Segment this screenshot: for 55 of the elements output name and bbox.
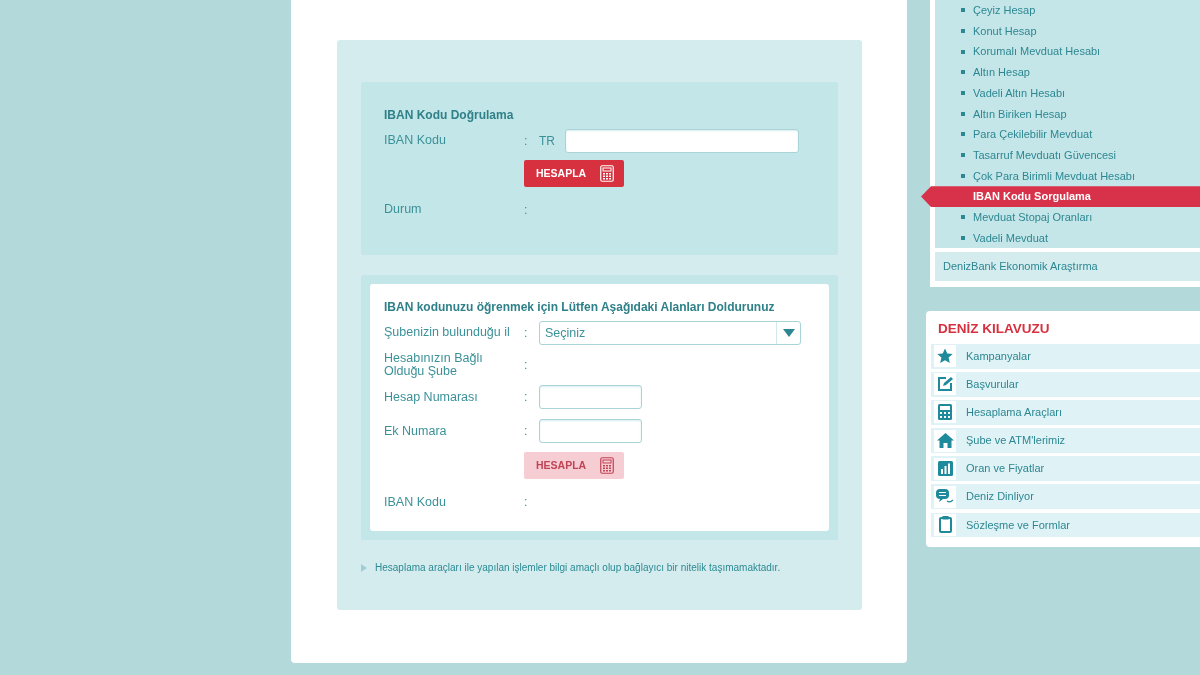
sidebar-item[interactable]: Vadeli Mevduat <box>935 227 1200 249</box>
guide-item[interactable]: Oran ve Fiyatlar <box>931 456 1200 481</box>
field-separator: : <box>524 201 529 219</box>
guide-item[interactable]: Hesaplama Araçları <box>931 400 1200 425</box>
sidebar-item[interactable]: Vadeli Altın Hesabı <box>935 82 1200 104</box>
guide-item[interactable]: Kampanyalar <box>931 344 1200 369</box>
sidebar-item[interactable]: Mevduat Stopaj Oranları <box>935 206 1200 228</box>
field-separator: : <box>524 324 529 342</box>
sidebar-item[interactable]: Altın Hesap <box>935 62 1200 83</box>
sidebar-item[interactable]: Para Çekilebilir Mevduat <box>935 124 1200 145</box>
guide-item[interactable]: Sözleşme ve Formlar <box>931 512 1200 538</box>
triangle-bullet-icon <box>361 563 367 572</box>
caret-icon <box>782 329 795 337</box>
bar-chart-icon <box>937 461 953 477</box>
account-input-field[interactable] <box>539 385 642 410</box>
field-separator: : <box>524 493 529 511</box>
guide-item[interactable]: Başvurular <box>931 372 1200 397</box>
sidebar-item[interactable]: Tasarruf Mevduatı Güvencesi <box>935 144 1200 166</box>
guide-item[interactable]: Şube ve ATM'lerimiz <box>931 428 1200 453</box>
guide-title: DENİZ KILAVUZU <box>937 319 1051 338</box>
clipboard-icon <box>938 516 952 534</box>
field-label: IBAN Kodu <box>384 495 447 509</box>
form-title: IBAN Kodu Doğrulama <box>384 107 515 124</box>
calculate-button[interactable]: HESAPLA <box>524 160 625 187</box>
edit-icon <box>937 376 953 393</box>
speech-bubble-icon <box>936 488 954 505</box>
sidebar-item[interactable]: Çok Para Birimli Mevduat Hesabı <box>935 165 1200 187</box>
star-icon <box>937 348 953 365</box>
sidebar-item[interactable]: Altın Biriken Hesap <box>935 103 1200 125</box>
field-separator: : <box>524 388 529 406</box>
field-separator: : <box>524 422 529 440</box>
field-label: Hesap Numarası <box>384 390 479 404</box>
field-separator: : <box>524 132 529 150</box>
calculator-icon <box>938 404 952 421</box>
field-separator: : <box>524 356 529 374</box>
sidebar-item[interactable]: IBAN Kodu Sorgulama <box>921 186 1200 207</box>
field-label: IBAN Kodu <box>384 134 447 148</box>
province-select[interactable]: Seçiniz <box>539 321 801 345</box>
house-icon <box>936 433 954 449</box>
disclaimer-text: Hesaplama araçları ile yapılan işlemler bilgi amaçlı olup bağlayıcı bir nitelik taşımamaktadır. <box>375 561 781 576</box>
sidebar-item[interactable]: Korumalı Mevduat Hesabı <box>935 41 1200 63</box>
field-label: Durum <box>384 203 423 217</box>
sidebar-item[interactable]: Konut Hesap <box>935 20 1200 42</box>
iban-input-field[interactable] <box>565 129 799 153</box>
calculator-icon <box>600 457 615 475</box>
country-prefix: TR <box>539 133 555 150</box>
research-link[interactable]: DenizBank Ekonomik Araştırma <box>935 252 1200 281</box>
field-label: Ek Numara <box>384 424 448 438</box>
field-label: Hesabınızın Bağlı Olduğu Şube <box>384 352 484 379</box>
guide-item[interactable]: Deniz Dinliyor <box>931 484 1200 509</box>
calculator-icon <box>600 165 615 182</box>
account-input-field[interactable] <box>539 419 642 444</box>
sidebar-item[interactable]: Çeyiz Hesap <box>935 0 1200 21</box>
field-label: Şubenizin bulunduğu il <box>384 326 511 340</box>
form-title: IBAN kodunuzu öğrenmek için Lütfen Aşağıdaki Alanları Doldurunuz <box>384 299 776 316</box>
